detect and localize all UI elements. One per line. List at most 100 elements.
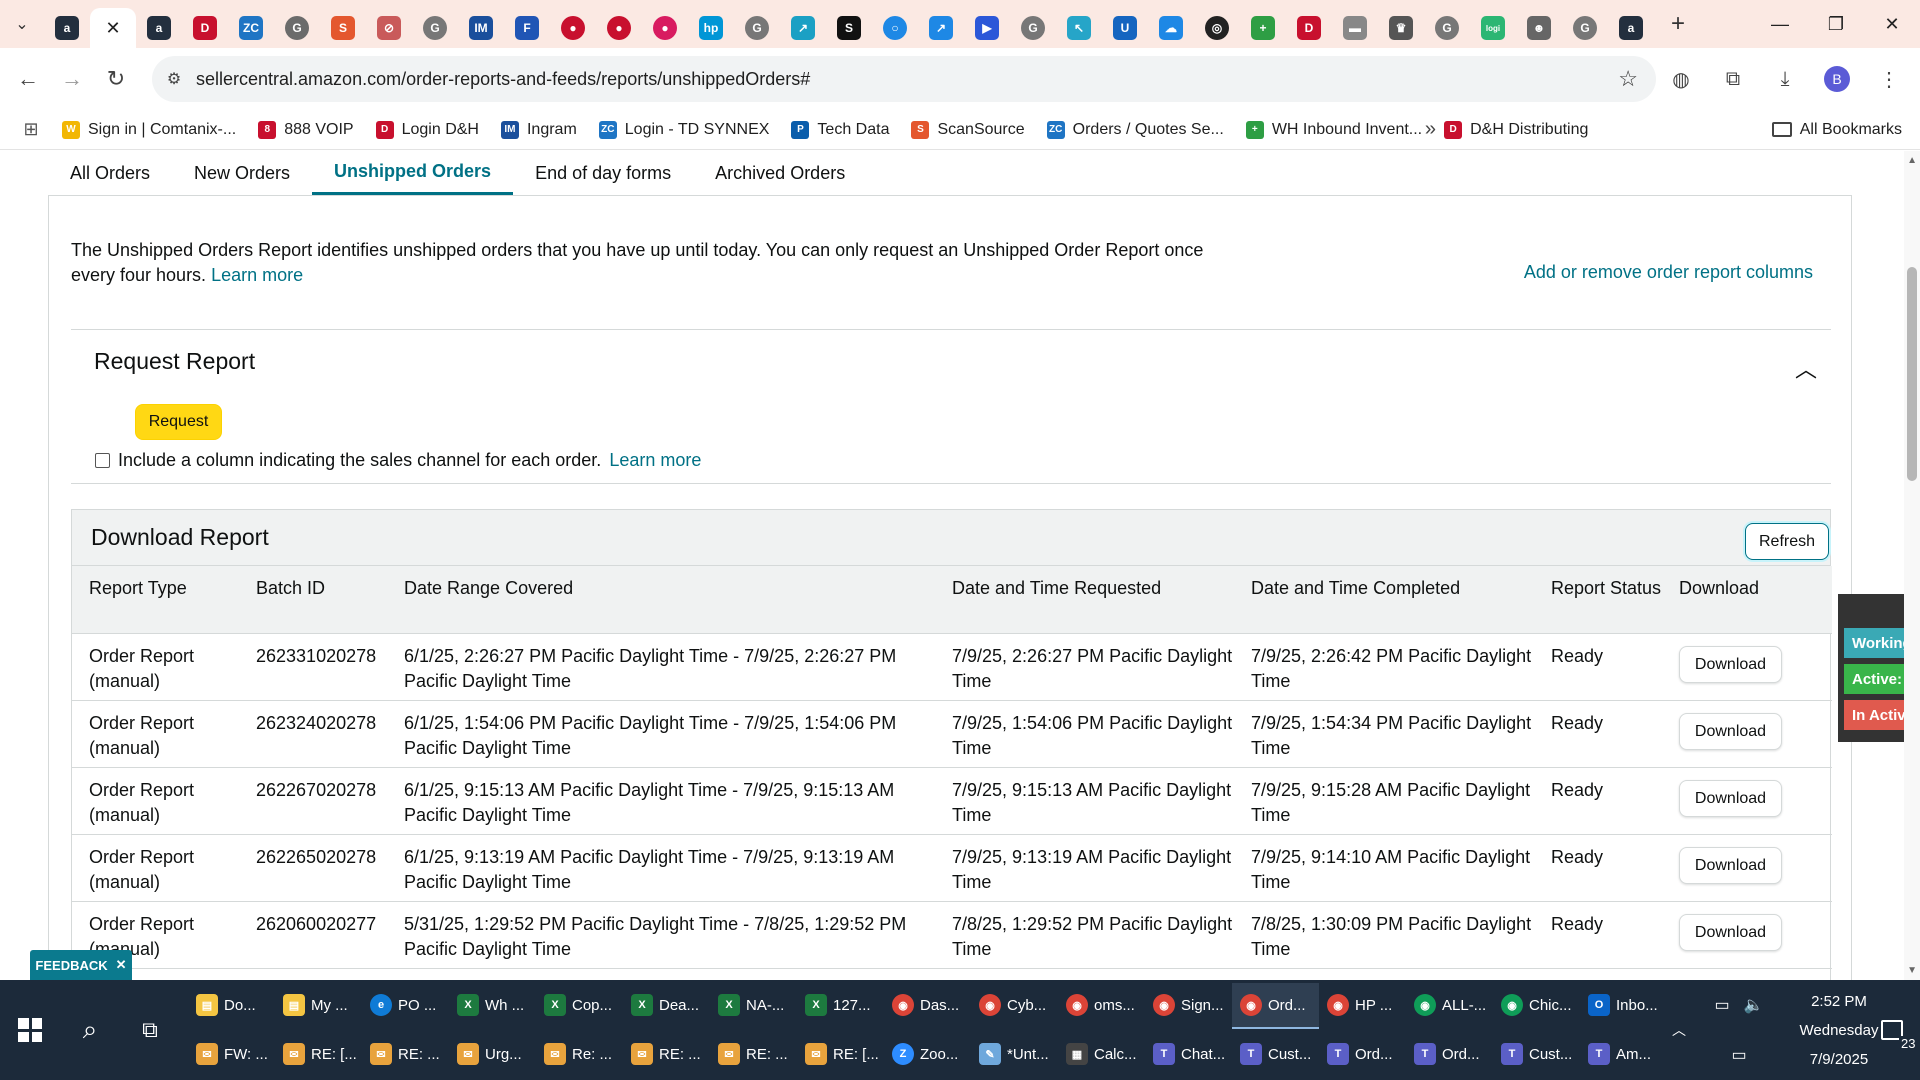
active-tab[interactable]: ✕	[90, 8, 136, 48]
taskbar-item[interactable]: X Cop...	[536, 983, 623, 1029]
tab-archived-orders[interactable]: Archived Orders	[693, 151, 867, 195]
mask-tab[interactable]: ☻	[1516, 8, 1562, 48]
refresh-globe-tab[interactable]: G	[274, 8, 320, 48]
tab-all-orders[interactable]: All Orders	[48, 151, 172, 195]
taskbar-item[interactable]: ◉ Das...	[884, 983, 971, 1029]
more-bookmarks-icon[interactable]: »	[1425, 118, 1436, 141]
dark-ring-tab[interactable]: ◎	[1194, 8, 1240, 48]
amazon-a-tab-3[interactable]: a	[1608, 8, 1654, 48]
scrollbar-thumb[interactable]	[1907, 267, 1917, 481]
bookmark-login-dh[interactable]: D Login D&H	[375, 120, 479, 139]
taskbar-item[interactable]: ✉ RE: [...	[797, 1032, 884, 1078]
taskbar-item[interactable]: ◉ ALL-...	[1406, 983, 1493, 1029]
cursor-tab[interactable]: ↖	[1056, 8, 1102, 48]
bookmark-dh-distributing[interactable]: D D&H Distributing	[1444, 120, 1588, 139]
bookmark-td-synnex[interactable]: ZC Login - TD SYNNEX	[598, 120, 769, 139]
red-circle-tab-2[interactable]: ●	[596, 8, 642, 48]
taskbar-item[interactable]: Z Zoo...	[884, 1032, 971, 1078]
scansource-tab[interactable]: S	[320, 8, 366, 48]
translate-icon[interactable]: ◍	[1660, 58, 1702, 100]
scroll-down-icon[interactable]: ▼	[1907, 965, 1917, 976]
bookmark-tech-data[interactable]: P Tech Data	[791, 120, 889, 139]
task-view-icon[interactable]: ⧉	[130, 1010, 170, 1050]
hp-tab[interactable]: hp	[688, 8, 734, 48]
apps-grid-icon[interactable]: ⊞	[0, 119, 62, 140]
tab-end-of-day-forms[interactable]: End of day forms	[513, 151, 693, 195]
taskbar-item[interactable]: ◉ Ord...	[1232, 983, 1319, 1029]
taskbar-item[interactable]: X Wh ...	[449, 983, 536, 1029]
new-tab-button[interactable]: +	[1660, 6, 1696, 42]
menu-icon[interactable]: ⋮	[1868, 58, 1910, 100]
taskbar-item[interactable]: T Chat...	[1145, 1032, 1232, 1078]
download-button[interactable]: Download	[1679, 779, 1782, 817]
dh-tab-2[interactable]: D	[1286, 8, 1332, 48]
dashboard-tab[interactable]: ▬	[1332, 8, 1378, 48]
bookmark-wh-inbound[interactable]: + WH Inbound Invent...	[1245, 120, 1422, 139]
chevron-up-icon[interactable]: ︿	[1664, 980, 1694, 1080]
learn-more-link[interactable]: Learn more	[211, 265, 303, 285]
taskbar-item[interactable]: ◉ oms...	[1058, 983, 1145, 1029]
crown-tab[interactable]: ♛	[1378, 8, 1424, 48]
blocked-tab[interactable]: ⊘	[366, 8, 412, 48]
globe-tab-2[interactable]: G	[734, 8, 780, 48]
address-bar[interactable]: ⚙ sellercentral.amazon.com/order-reports…	[152, 56, 1656, 102]
extensions-icon[interactable]: ⧉	[1712, 58, 1754, 100]
taskbar-item[interactable]: ◉ Sign...	[1145, 983, 1232, 1029]
taskbar-item[interactable]: X NA-...	[710, 983, 797, 1029]
play-tab[interactable]: ▶	[964, 8, 1010, 48]
teal-arrow-tab[interactable]: ↗	[780, 8, 826, 48]
amazon-a-tab[interactable]: a	[44, 8, 90, 48]
notification-center-button[interactable]: 23	[1864, 980, 1920, 1080]
sales-channel-checkbox[interactable]	[95, 453, 110, 468]
taskbar-item[interactable]: T Cust...	[1232, 1032, 1319, 1078]
request-button[interactable]: Request	[135, 404, 222, 440]
taskbar-item[interactable]: ◉ Cyb...	[971, 983, 1058, 1029]
taskbar-item[interactable]: ✉ Urg...	[449, 1032, 536, 1078]
taskbar-item[interactable]: ✉ RE: ...	[710, 1032, 797, 1078]
close-window-icon[interactable]: ✕	[1864, 0, 1920, 48]
taskbar-item[interactable]: ✉ FW: ...	[188, 1032, 275, 1078]
taskbar-item[interactable]: X 127...	[797, 983, 884, 1029]
zc-tab[interactable]: ZC	[228, 8, 274, 48]
tab-new-orders[interactable]: New Orders	[172, 151, 312, 195]
order-report-columns-link[interactable]: Add or remove order report columns	[1524, 262, 1813, 283]
network-icon[interactable]: ▭	[1731, 1045, 1746, 1065]
tab-search-icon[interactable]: ⌄	[0, 0, 44, 48]
search-icon[interactable]: ⌕	[70, 1010, 110, 1050]
refresh-button[interactable]: Refresh	[1745, 523, 1829, 560]
taskbar-item[interactable]: ✎ *Unt...	[971, 1032, 1058, 1078]
minimize-icon[interactable]: —	[1752, 0, 1808, 48]
ingram-tab[interactable]: IM	[458, 8, 504, 48]
tab-unshipped-orders[interactable]: Unshipped Orders	[312, 151, 514, 195]
taskbar-item[interactable]: T Am...	[1580, 1032, 1667, 1078]
taskbar-item[interactable]: ✉ Re: ...	[536, 1032, 623, 1078]
reload-icon[interactable]: ↻	[94, 57, 138, 101]
pink-tab[interactable]: ●	[642, 8, 688, 48]
bookmark-orders-quotes[interactable]: ZC Orders / Quotes Se...	[1046, 120, 1224, 139]
logi-tab[interactable]: logi	[1470, 8, 1516, 48]
collapse-chevron-icon[interactable]: ︿	[1795, 352, 1817, 384]
taskbar-item[interactable]: ◉ HP ...	[1319, 983, 1406, 1029]
page-scrollbar[interactable]: ▲ ▼	[1904, 151, 1920, 980]
download-icon[interactable]: ⤓	[1764, 58, 1806, 100]
taskbar-item[interactable]: ◉ Chic...	[1493, 983, 1580, 1029]
volume-icon[interactable]: 🔈	[1744, 995, 1764, 1015]
download-button[interactable]: Download	[1679, 846, 1782, 884]
taskbar-item[interactable]: O Inbo...	[1580, 983, 1667, 1029]
site-info-icon[interactable]: ⚙	[152, 69, 196, 89]
bookmark-star-icon[interactable]: ☆	[1618, 66, 1638, 92]
red-circle-tab[interactable]: ●	[550, 8, 596, 48]
taskbar-item[interactable]: e PO ...	[362, 983, 449, 1029]
taskbar-item[interactable]: ✉ RE: [...	[275, 1032, 362, 1078]
bookmark-888-voip[interactable]: 8 888 VOIP	[258, 120, 354, 139]
globe-tab-5[interactable]: G	[1562, 8, 1608, 48]
cloud-tab[interactable]: ☁	[1148, 8, 1194, 48]
battery-icon[interactable]: ▭	[1714, 995, 1729, 1015]
download-button[interactable]: Download	[1679, 712, 1782, 750]
u-tab[interactable]: U	[1102, 8, 1148, 48]
restore-icon[interactable]: ❐	[1808, 0, 1864, 48]
pin-tab[interactable]: ↗	[918, 8, 964, 48]
amazon-a-tab-2[interactable]: a	[136, 8, 182, 48]
close-tab-icon[interactable]: ✕	[105, 18, 120, 39]
bookmark-scansource[interactable]: S ScanSource	[911, 120, 1025, 139]
